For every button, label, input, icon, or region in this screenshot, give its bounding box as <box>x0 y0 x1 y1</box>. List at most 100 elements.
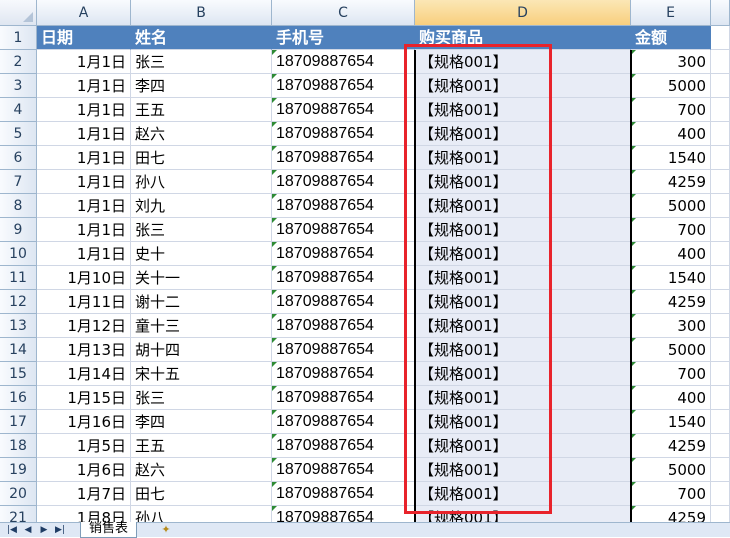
cell-amount[interactable]: 700 <box>631 362 711 386</box>
cell-empty[interactable] <box>711 434 730 458</box>
cell-amount[interactable]: 700 <box>631 98 711 122</box>
cell-amount[interactable]: 300 <box>631 314 711 338</box>
select-all-corner[interactable] <box>0 0 37 26</box>
cell-product[interactable]: 【规格001】 <box>415 74 631 98</box>
cell-amount[interactable]: 1540 <box>631 410 711 434</box>
cell-phone[interactable]: 18709887654 <box>272 146 415 170</box>
cell-name[interactable]: 刘九 <box>131 194 272 218</box>
row-header[interactable]: 7 <box>0 170 37 194</box>
row-header[interactable]: 8 <box>0 194 37 218</box>
row-header[interactable]: 2 <box>0 50 37 74</box>
cell-phone[interactable]: 18709887654 <box>272 506 415 522</box>
row-header[interactable]: 20 <box>0 482 37 506</box>
cell-product[interactable]: 【规格001】 <box>415 434 631 458</box>
cell-amount[interactable]: 4259 <box>631 290 711 314</box>
cell-name[interactable]: 胡十四 <box>131 338 272 362</box>
cell-date[interactable]: 1月14日 <box>37 362 131 386</box>
cell-amount[interactable]: 300 <box>631 50 711 74</box>
cell-date[interactable]: 1月5日 <box>37 434 131 458</box>
column-header-d[interactable]: D <box>415 0 631 26</box>
row-header-1[interactable]: 1 <box>0 26 37 50</box>
cell-name[interactable]: 孙八 <box>131 506 272 522</box>
cell-d1-product-header[interactable]: 购买商品 <box>415 26 631 50</box>
prev-sheet-nav-icon[interactable]: ◀ <box>22 525 34 536</box>
cell-f1[interactable] <box>711 26 730 50</box>
cell-empty[interactable] <box>711 386 730 410</box>
cell-date[interactable]: 1月1日 <box>37 122 131 146</box>
cell-phone[interactable]: 18709887654 <box>272 218 415 242</box>
cell-product[interactable]: 【规格001】 <box>415 122 631 146</box>
cell-amount[interactable]: 1540 <box>631 266 711 290</box>
cell-phone[interactable]: 18709887654 <box>272 386 415 410</box>
row-header[interactable]: 11 <box>0 266 37 290</box>
spreadsheet-grid[interactable]: A B C D E 1 日期 姓名 手机号 购买商品 金额 2 1月1日 张三 187… <box>0 0 730 522</box>
cell-empty[interactable] <box>711 362 730 386</box>
cell-empty[interactable] <box>711 122 730 146</box>
cell-name[interactable]: 王五 <box>131 98 272 122</box>
cell-amount[interactable]: 4259 <box>631 506 711 522</box>
cell-name[interactable]: 赵六 <box>131 122 272 146</box>
cell-product[interactable]: 【规格001】 <box>415 242 631 266</box>
cell-empty[interactable] <box>711 482 730 506</box>
row-header[interactable]: 5 <box>0 122 37 146</box>
cell-empty[interactable] <box>711 410 730 434</box>
cell-date[interactable]: 1月1日 <box>37 98 131 122</box>
last-sheet-nav-icon[interactable]: ▶| <box>54 525 66 536</box>
cell-phone[interactable]: 18709887654 <box>272 242 415 266</box>
cell-date[interactable]: 1月1日 <box>37 74 131 98</box>
first-sheet-nav-icon[interactable]: |◀ <box>6 525 18 536</box>
cell-product[interactable]: 【规格001】 <box>415 362 631 386</box>
cell-product[interactable]: 【规格001】 <box>415 218 631 242</box>
cell-phone[interactable]: 18709887654 <box>272 362 415 386</box>
cell-date[interactable]: 1月15日 <box>37 386 131 410</box>
row-header[interactable]: 14 <box>0 338 37 362</box>
cell-product[interactable]: 【规格001】 <box>415 266 631 290</box>
cell-product[interactable]: 【规格001】 <box>415 410 631 434</box>
cell-phone[interactable]: 18709887654 <box>272 338 415 362</box>
cell-product[interactable]: 【规格001】 <box>415 482 631 506</box>
cell-name[interactable]: 关十一 <box>131 266 272 290</box>
row-header[interactable]: 12 <box>0 290 37 314</box>
cell-phone[interactable]: 18709887654 <box>272 434 415 458</box>
cell-amount[interactable]: 400 <box>631 386 711 410</box>
cell-empty[interactable] <box>711 218 730 242</box>
cell-amount[interactable]: 4259 <box>631 170 711 194</box>
cell-empty[interactable] <box>711 194 730 218</box>
row-header[interactable]: 13 <box>0 314 37 338</box>
cell-product[interactable]: 【规格001】 <box>415 170 631 194</box>
cell-name[interactable]: 张三 <box>131 218 272 242</box>
cell-amount[interactable]: 700 <box>631 482 711 506</box>
cell-date[interactable]: 1月1日 <box>37 194 131 218</box>
cell-product[interactable]: 【规格001】 <box>415 458 631 482</box>
cell-name[interactable]: 李四 <box>131 74 272 98</box>
cell-amount[interactable]: 5000 <box>631 458 711 482</box>
cell-name[interactable]: 童十三 <box>131 314 272 338</box>
cell-name[interactable]: 田七 <box>131 146 272 170</box>
cell-date[interactable]: 1月6日 <box>37 458 131 482</box>
cell-name[interactable]: 李四 <box>131 410 272 434</box>
cell-date[interactable]: 1月1日 <box>37 170 131 194</box>
cell-date[interactable]: 1月1日 <box>37 218 131 242</box>
cell-empty[interactable] <box>711 74 730 98</box>
row-header[interactable]: 19 <box>0 458 37 482</box>
cell-product[interactable]: 【规格001】 <box>415 506 631 522</box>
cell-product[interactable]: 【规格001】 <box>415 98 631 122</box>
row-header[interactable]: 15 <box>0 362 37 386</box>
cell-empty[interactable] <box>711 506 730 522</box>
cell-amount[interactable]: 5000 <box>631 194 711 218</box>
cell-empty[interactable] <box>711 50 730 74</box>
row-header[interactable]: 4 <box>0 98 37 122</box>
cell-date[interactable]: 1月7日 <box>37 482 131 506</box>
cell-product[interactable]: 【规格001】 <box>415 386 631 410</box>
cell-phone[interactable]: 18709887654 <box>272 290 415 314</box>
cell-phone[interactable]: 18709887654 <box>272 410 415 434</box>
cell-amount[interactable]: 400 <box>631 242 711 266</box>
cell-date[interactable]: 1月12日 <box>37 314 131 338</box>
cell-empty[interactable] <box>711 98 730 122</box>
row-header[interactable]: 18 <box>0 434 37 458</box>
cell-empty[interactable] <box>711 314 730 338</box>
cell-phone[interactable]: 18709887654 <box>272 98 415 122</box>
cell-phone[interactable]: 18709887654 <box>272 266 415 290</box>
cell-name[interactable]: 赵六 <box>131 458 272 482</box>
column-header-a[interactable]: A <box>37 0 131 26</box>
